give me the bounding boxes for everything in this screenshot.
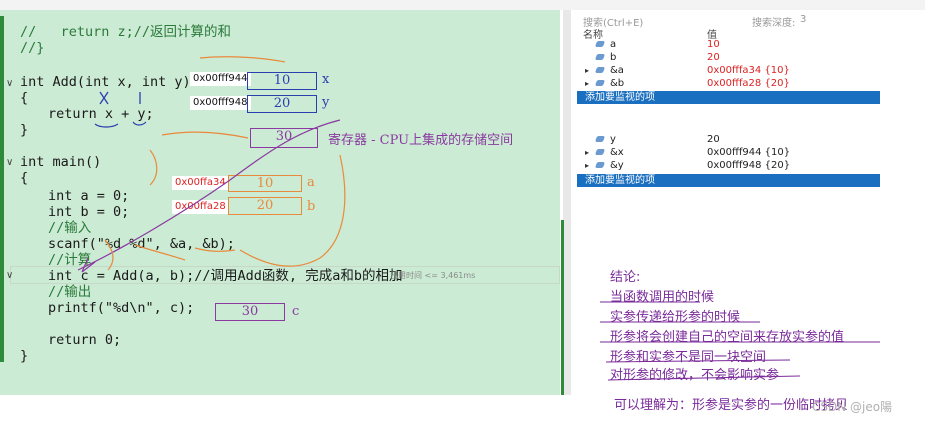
variable-icon: [594, 162, 606, 168]
conclusion-line: 对形参的修改，不会影响实参: [610, 368, 780, 383]
watermark: CSDN @jeo陽: [812, 400, 893, 414]
expand-arrow-icon[interactable]: ▸: [585, 146, 589, 159]
watch-row[interactable]: ▸ &b 0x00fffa28 {20}: [575, 77, 880, 90]
watch-depth-value[interactable]: 3: [800, 14, 806, 25]
expand-arrow-icon[interactable]: ▸: [585, 77, 589, 90]
variable-icon: [594, 136, 606, 142]
variable-icon: [594, 80, 606, 86]
variable-icon: [594, 149, 606, 155]
variable-icon: [594, 54, 606, 60]
add-watch-item-row[interactable]: 添加要监视的项: [577, 91, 880, 104]
variable-icon: [594, 41, 606, 47]
watch-row[interactable]: b 20: [575, 51, 880, 64]
conclusion-line: 形参和实参不是同一块空间: [610, 350, 767, 365]
conclusion-line: 形参将会创建自己的空间来存放实参的值: [610, 330, 845, 345]
watch-row[interactable]: ▸ &x 0x00fff944 {10}: [575, 146, 880, 159]
watch-row[interactable]: ▸ &y 0x00fff948 {20}: [575, 159, 880, 172]
variable-icon: [594, 67, 606, 73]
conclusion-line: 实参传递给形参的时候: [610, 310, 741, 325]
watch-depth-label: 搜索深度:: [752, 18, 796, 29]
expand-arrow-icon[interactable]: ▸: [585, 64, 589, 77]
conclusion-line: 当函数调用的时候: [610, 290, 715, 305]
conclusion-title: 结论:: [610, 270, 641, 285]
watch-row[interactable]: a 10: [575, 38, 880, 51]
expand-arrow-icon[interactable]: ▸: [585, 159, 589, 172]
add-watch-item-row[interactable]: 添加要监视的项: [577, 174, 880, 187]
watch-row[interactable]: y 20: [575, 133, 880, 146]
watch-row[interactable]: ▸ &a 0x00fffa34 {10}: [575, 64, 880, 77]
